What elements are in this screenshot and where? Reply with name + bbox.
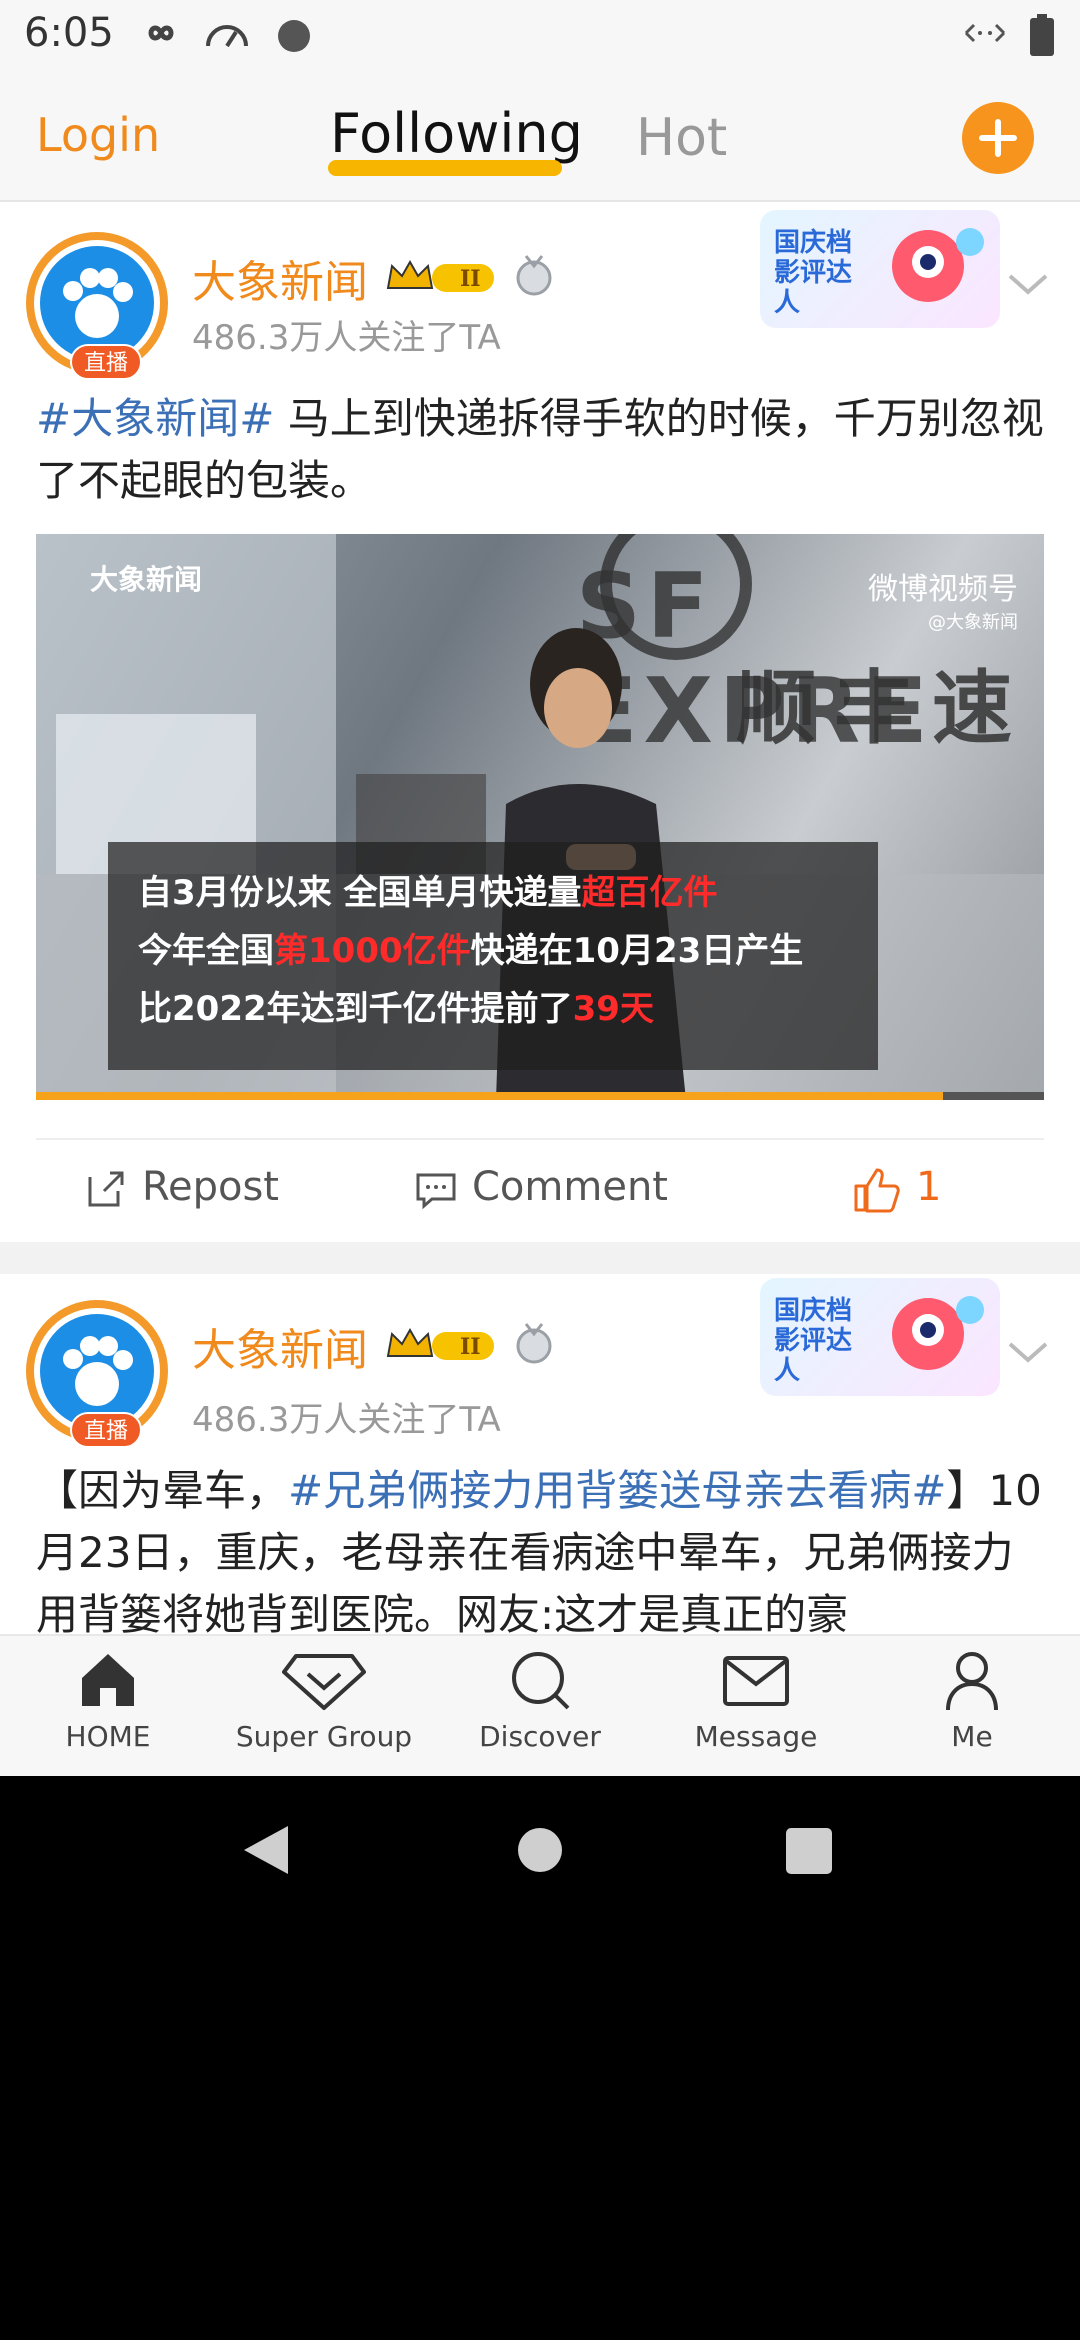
search-icon <box>512 1652 570 1710</box>
tab-label: Discover <box>479 1720 601 1753</box>
comment-icon <box>416 1173 456 1210</box>
tab-super-group[interactable]: Super Group <box>216 1648 432 1753</box>
data-arrows-icon <box>964 23 1006 43</box>
promo-badge[interactable]: 国庆档影评达人 <box>760 1278 1000 1396</box>
topic-link[interactable]: #大象新闻# <box>36 394 274 443</box>
promo-badge[interactable]: 国庆档影评达人 <box>760 210 1000 328</box>
back-icon[interactable] <box>244 1826 288 1874</box>
login-link[interactable]: Login <box>36 108 160 162</box>
tab-following[interactable]: Following <box>330 102 583 165</box>
vip-crown-badge-icon: II <box>386 1327 494 1360</box>
topic-link[interactable]: #兄弟俩接力用背篓送母亲去看病# <box>288 1466 946 1515</box>
like-count: 1 <box>916 1164 942 1210</box>
plus-icon <box>979 119 1017 157</box>
battery-icon <box>1030 14 1054 56</box>
promo-text: 国庆档影评达人 <box>774 228 853 318</box>
post-text: #大象新闻# 马上到快递拆得手软的时候，千万别忽视了不起眼的包装。 <box>36 388 1046 512</box>
tab-label: HOME <box>65 1720 151 1753</box>
like-button[interactable]: 1 <box>852 1164 941 1214</box>
chevron-down-icon[interactable] <box>1006 270 1050 298</box>
tab-label: Me <box>951 1720 993 1753</box>
home-icon <box>82 1654 134 1706</box>
svg-text:II: II <box>460 266 481 292</box>
live-badge: 直播 <box>70 344 142 380</box>
video-watermark: 微博视频号 @大象新闻 <box>868 564 1018 634</box>
comment-button[interactable]: Comment <box>414 1164 668 1211</box>
status-bar: 6:05 <box>0 0 1080 72</box>
system-nav-bar <box>0 1776 1080 1924</box>
avatar[interactable]: 直播 <box>26 232 168 380</box>
watermark-sub: @大象新闻 <box>928 612 1018 633</box>
tab-message[interactable]: Message <box>648 1648 864 1753</box>
top-nav: Login Following Hot <box>0 72 1080 202</box>
repost-icon <box>88 1171 124 1207</box>
promo-text: 国庆档影评达人 <box>774 1296 853 1386</box>
follower-count: 486.3万人关注了TA <box>192 318 501 358</box>
notification-badge-icon <box>278 20 310 52</box>
paw-logo-icon <box>40 1314 154 1428</box>
paw-logo-icon <box>40 246 154 360</box>
infinity-icon <box>148 25 174 41</box>
tab-me[interactable]: Me <box>864 1648 1080 1753</box>
mascot-icon <box>892 1296 984 1370</box>
avatar[interactable]: 直播 <box>26 1300 168 1448</box>
bottom-nav: HOME Super Group Discover Message Me <box>0 1634 1080 1776</box>
comment-label: Comment <box>472 1164 668 1210</box>
mascot-icon <box>892 228 984 302</box>
feed-post[interactable]: 直播 大象新闻 II 486.3万人关注了TA 国庆档影评达人 【因为晕车，#兄… <box>0 1274 1080 1634</box>
repost-label: Repost <box>142 1164 279 1210</box>
svg-text:II: II <box>460 1334 481 1360</box>
post-text: 【因为晕车，#兄弟俩接力用背篓送母亲去看病#】10月23日，重庆，老母亲在看病途… <box>36 1460 1046 1634</box>
tab-label: Message <box>694 1720 818 1753</box>
author-name[interactable]: 大象新闻 <box>192 246 368 310</box>
author-name[interactable]: 大象新闻 <box>192 1314 368 1378</box>
video-player[interactable]: SF EXPRE 顺丰速 大象新闻 微博视频号 @大象新闻 自3月份以来 全国单月… <box>36 534 1044 1100</box>
video-caption: 自3月份以来 全国单月快递量超百亿件 今年全国第1000亿件快递在10月23日产… <box>108 842 878 1070</box>
video-logo: 大象新闻 <box>90 563 203 596</box>
video-progress-fill <box>36 1092 944 1100</box>
sign-text-cn: 顺丰速 <box>736 662 1030 755</box>
caption-line-2: 今年全国第1000亿件快递在10月23日产生 <box>138 922 848 980</box>
caption-line-1: 自3月份以来 全国单月快递量超百亿件 <box>138 864 848 922</box>
caption-text: 比2022年达到千亿件提前了 <box>138 989 573 1029</box>
recents-icon[interactable] <box>786 1828 832 1874</box>
tab-home[interactable]: HOME <box>0 1648 216 1753</box>
add-button[interactable] <box>962 102 1034 174</box>
medal-icon <box>516 1323 552 1364</box>
tab-hot[interactable]: Hot <box>636 108 727 168</box>
diamond-icon <box>282 1654 366 1710</box>
post-body: 【因为晕车， <box>36 1466 289 1515</box>
active-tab-underline <box>328 160 562 176</box>
app-screen: 6:05 Login Following Hot 直播 大象新闻 II 486.… <box>0 0 1080 1776</box>
caption-text: 快递在10月23日产生 <box>470 931 804 971</box>
thumbs-up-icon <box>854 1168 900 1213</box>
home-circle-icon[interactable] <box>518 1828 562 1872</box>
live-badge: 直播 <box>70 1412 142 1448</box>
medal-icon <box>516 255 552 296</box>
repost-button[interactable]: Repost <box>84 1164 279 1211</box>
tab-label: Super Group <box>235 1720 413 1753</box>
chevron-down-icon[interactable] <box>1006 1338 1050 1366</box>
post-action-bar: Repost Comment 1 <box>36 1138 1044 1238</box>
person-icon <box>946 1652 998 1711</box>
feed-post[interactable]: 直播 大象新闻 II 486.3万人关注了TA 国庆档影评达人 #大象新闻# 马… <box>0 204 1080 1242</box>
vip-crown-badge-icon: II <box>386 259 494 292</box>
watermark-text: 微博视频号 <box>868 572 1018 607</box>
tab-discover[interactable]: Discover <box>432 1648 648 1753</box>
caption-highlight: 超百亿件 <box>581 873 718 913</box>
video-progress-bar[interactable] <box>36 1092 1044 1100</box>
mail-icon <box>723 1656 789 1706</box>
caption-line-3: 比2022年达到千亿件提前了39天 <box>138 980 848 1038</box>
status-time: 6:05 <box>24 10 114 56</box>
post-separator <box>0 1242 1080 1274</box>
follower-count: 486.3万人关注了TA <box>192 1400 501 1440</box>
caption-highlight: 39天 <box>572 989 654 1029</box>
speed-icon <box>206 25 248 48</box>
caption-text: 今年全国 <box>138 931 274 971</box>
caption-highlight: 第1000亿件 <box>274 931 471 971</box>
caption-text: 自3月份以来 全国单月快递量 <box>138 873 582 913</box>
